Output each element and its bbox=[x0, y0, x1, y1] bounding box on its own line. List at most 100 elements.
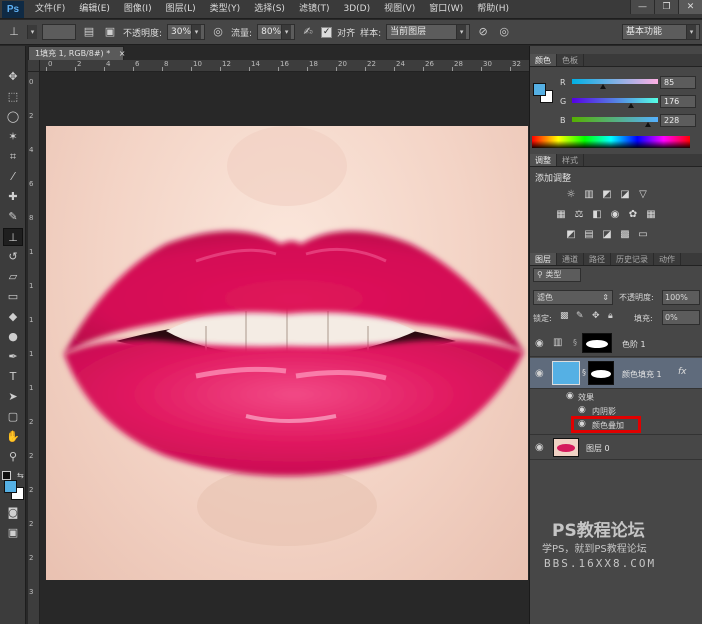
pressure-opacity-icon[interactable]: ◎ bbox=[210, 24, 226, 40]
quick-mask-icon[interactable]: ◙ bbox=[3, 504, 23, 522]
chevron-down-icon[interactable]: ▾ bbox=[191, 25, 202, 39]
photo-filter-icon[interactable]: ◉ bbox=[608, 208, 622, 222]
green-value[interactable]: 176 bbox=[660, 95, 696, 108]
ruler-origin[interactable] bbox=[28, 60, 40, 72]
layer-row-base[interactable]: ◉ 图层 0 bbox=[530, 434, 702, 460]
blue-value[interactable]: 228 bbox=[660, 114, 696, 127]
bw-icon[interactable]: ◧ bbox=[590, 208, 604, 222]
layer-name[interactable]: 颜色填充 1 bbox=[622, 369, 662, 380]
menu-edit[interactable]: 编辑(E) bbox=[72, 0, 117, 19]
clone-stamp-tool-icon[interactable]: ⊥ bbox=[3, 228, 23, 246]
color-balance-icon[interactable]: ⚖ bbox=[572, 208, 586, 222]
screen-mode-icon[interactable]: ▣ bbox=[3, 524, 23, 542]
link-icon[interactable]: § bbox=[573, 338, 577, 347]
effects-row[interactable]: ◉ 效果 bbox=[530, 390, 702, 403]
layer-row-color-fill[interactable]: ◉ § 颜色填充 1 fx bbox=[530, 358, 702, 389]
fg-color-swatch[interactable] bbox=[533, 83, 546, 96]
path-selection-tool-icon[interactable]: ➤ bbox=[3, 388, 23, 406]
sample-select[interactable]: 当前图层 ▾ bbox=[386, 24, 471, 40]
eyedropper-tool-icon[interactable]: ⁄ bbox=[3, 168, 23, 186]
selective-color-icon[interactable]: ▩ bbox=[618, 228, 632, 242]
lock-transparency-icon[interactable]: ▩ bbox=[560, 311, 569, 321]
red-knob[interactable] bbox=[600, 84, 606, 89]
red-slider[interactable]: R 85 bbox=[560, 76, 700, 90]
tab-history[interactable]: 历史记录 bbox=[611, 253, 654, 265]
menu-help[interactable]: 帮助(H) bbox=[470, 0, 516, 19]
tab-channels[interactable]: 通道 bbox=[557, 253, 584, 265]
marquee-tool-icon[interactable]: ⬚ bbox=[3, 88, 23, 106]
image-layer-thumbnail[interactable] bbox=[553, 438, 579, 457]
type-tool-icon[interactable]: T bbox=[3, 368, 23, 386]
tab-actions[interactable]: 动作 bbox=[654, 253, 681, 265]
opacity-field[interactable]: 30% ▾ bbox=[167, 24, 206, 40]
blue-slider[interactable]: B 228 bbox=[560, 114, 700, 128]
blur-tool-icon[interactable]: ◆ bbox=[3, 308, 23, 326]
chevron-down-icon[interactable]: ▾ bbox=[686, 25, 696, 39]
lock-position-icon[interactable]: ✥ bbox=[592, 311, 600, 321]
ignore-adjustment-icon[interactable]: ⊘ bbox=[475, 24, 491, 40]
layer-name[interactable]: 色阶 1 bbox=[622, 339, 646, 350]
flow-field[interactable]: 80% ▾ bbox=[257, 24, 296, 40]
red-value[interactable]: 85 bbox=[660, 76, 696, 89]
chevron-down-icon[interactable]: ▾ bbox=[456, 25, 467, 39]
crop-tool-icon[interactable]: ⌗ bbox=[3, 148, 23, 166]
hue-sat-icon[interactable]: ▦ bbox=[554, 208, 568, 222]
lock-all-icon[interactable]: 🔒︎ bbox=[608, 311, 613, 321]
gradient-map-icon[interactable]: ▭ bbox=[636, 228, 650, 242]
green-track[interactable] bbox=[572, 98, 658, 103]
levels-icon[interactable]: ▥ bbox=[582, 188, 596, 202]
color-fill-thumbnail[interactable] bbox=[552, 361, 580, 385]
shape-tool-icon[interactable]: ▢ bbox=[3, 408, 23, 426]
pen-tool-icon[interactable]: ✒ bbox=[3, 348, 23, 366]
curves-icon[interactable]: ◩ bbox=[600, 188, 614, 202]
menu-layer[interactable]: 图层(L) bbox=[159, 0, 203, 19]
layer-filter-select[interactable]: ⚲ 类型 bbox=[533, 268, 581, 282]
threshold-icon[interactable]: ◪ bbox=[600, 228, 614, 242]
align-checkbox[interactable]: ✓ bbox=[321, 26, 333, 38]
close-tab-icon[interactable]: × bbox=[119, 49, 126, 58]
posterize-icon[interactable]: ▤ bbox=[582, 228, 596, 242]
move-tool-icon[interactable]: ✥ bbox=[3, 68, 23, 86]
visibility-eye-icon[interactable]: ◉ bbox=[535, 442, 544, 453]
fx-icon[interactable]: fx bbox=[678, 367, 687, 377]
menu-window[interactable]: 窗口(W) bbox=[422, 0, 470, 19]
exposure-icon[interactable]: ◪ bbox=[618, 188, 632, 202]
tab-paths[interactable]: 路径 bbox=[584, 253, 611, 265]
history-brush-tool-icon[interactable]: ↺ bbox=[3, 248, 23, 266]
default-colors-icon[interactable] bbox=[2, 471, 11, 480]
blend-mode-select[interactable]: 滤色 ⇕ bbox=[533, 290, 613, 305]
close-button[interactable]: ✕ bbox=[678, 0, 702, 14]
dodge-tool-icon[interactable]: ● bbox=[3, 328, 23, 346]
invert-icon[interactable]: ◩ bbox=[564, 228, 578, 242]
chevron-down-icon[interactable]: ▾ bbox=[27, 25, 37, 39]
tab-adjustments[interactable]: 调整 bbox=[530, 154, 557, 166]
effect-color-overlay-row[interactable]: ◉ 颜色叠加 bbox=[530, 416, 702, 433]
image-canvas[interactable] bbox=[46, 126, 528, 580]
clone-source-icon[interactable]: ▣ bbox=[102, 24, 118, 40]
brush-size-field[interactable] bbox=[42, 24, 76, 40]
red-track[interactable] bbox=[572, 79, 658, 84]
clone-stamp-preset-icon[interactable]: ⊥ bbox=[6, 24, 22, 40]
layer-name[interactable]: 图层 0 bbox=[586, 443, 610, 454]
layer-row-levels[interactable]: ◉ ▥ § 色阶 1 bbox=[530, 330, 702, 357]
airbrush-icon[interactable]: ✍ bbox=[300, 24, 316, 40]
brightness-icon[interactable]: ☼ bbox=[564, 188, 578, 202]
tab-swatches[interactable]: 色板 bbox=[557, 54, 584, 66]
swap-colors-icon[interactable]: ⇆ bbox=[17, 471, 24, 480]
menu-3d[interactable]: 3D(D) bbox=[336, 0, 377, 19]
menu-type[interactable]: 类型(Y) bbox=[203, 0, 248, 19]
channel-mixer-icon[interactable]: ✿ bbox=[626, 208, 640, 222]
tab-color[interactable]: 颜色 bbox=[530, 54, 557, 66]
eraser-tool-icon[interactable]: ▱ bbox=[3, 268, 23, 286]
layer-opacity-field[interactable]: 100% bbox=[662, 290, 700, 305]
green-knob[interactable] bbox=[628, 103, 634, 108]
menu-select[interactable]: 选择(S) bbox=[247, 0, 292, 19]
document-tab[interactable]: 1填充 1, RGB/8#) * × bbox=[28, 46, 126, 60]
brush-tool-icon[interactable]: ✎ bbox=[3, 208, 23, 226]
horizontal-ruler[interactable]: 0 2 4 6 8 10 12 14 16 18 20 22 24 26 28 30 32 bbox=[40, 60, 530, 72]
link-icon[interactable]: § bbox=[582, 368, 586, 377]
layer-mask-thumbnail[interactable] bbox=[588, 361, 614, 385]
magic-wand-tool-icon[interactable]: ✶ bbox=[3, 128, 23, 146]
green-slider[interactable]: G 176 bbox=[560, 95, 700, 109]
menu-image[interactable]: 图像(I) bbox=[117, 0, 159, 19]
